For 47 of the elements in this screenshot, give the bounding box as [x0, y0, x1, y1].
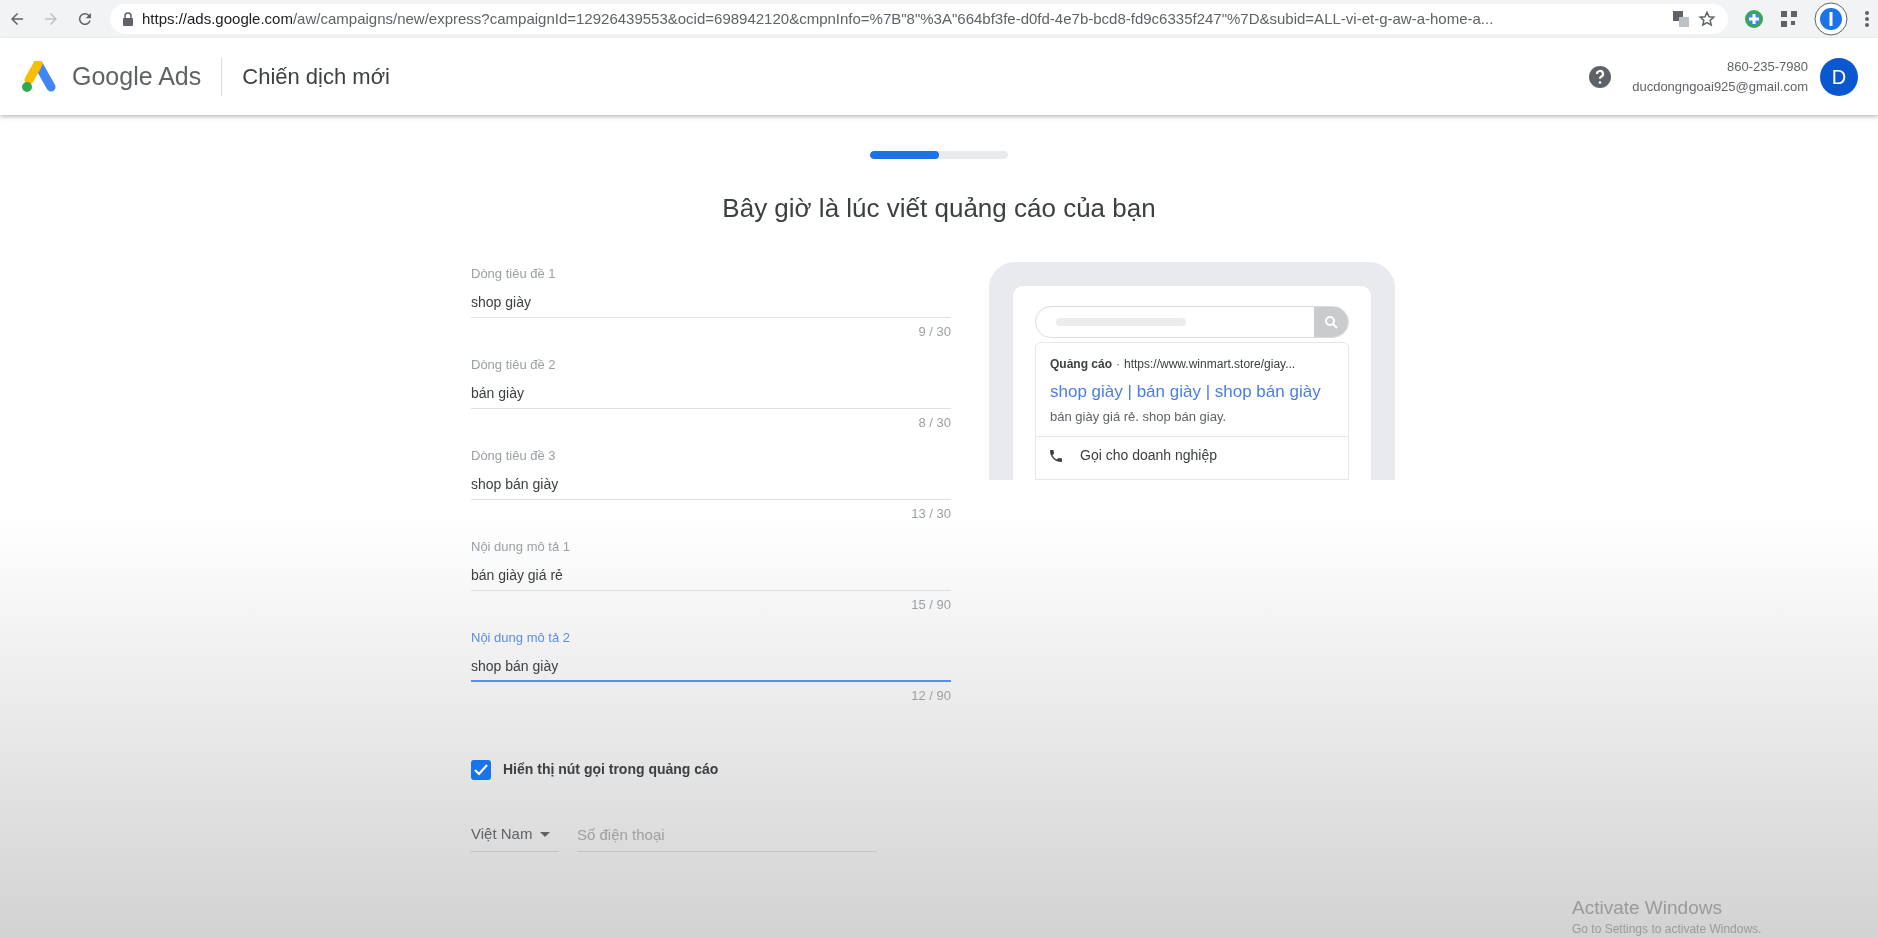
text-field[interactable]: shop giày [471, 287, 951, 318]
text-field[interactable]: shop bán giày [471, 651, 951, 682]
lock-icon [122, 12, 134, 26]
field-label: Nội dung mô tả 1 [471, 538, 571, 556]
plus-extension-icon[interactable] [1744, 9, 1764, 29]
account-phone: 860-235-7980 [1727, 58, 1808, 76]
translate-icon[interactable] [1672, 10, 1690, 28]
separator-dot: · [1116, 356, 1120, 373]
text-field[interactable]: bán giày giá rẻ [471, 560, 951, 591]
text-field[interactable]: bán giày [471, 378, 951, 409]
field-label: Nội dung mô tả 2 [471, 629, 571, 647]
grid-extension-icon[interactable] [1780, 10, 1798, 28]
account-avatar[interactable]: D [1820, 57, 1858, 96]
phone-field[interactable]: Số điện thoại [577, 818, 877, 852]
star-icon[interactable] [1698, 10, 1716, 28]
url-text: https://ads.google.com/aw/campaigns/new/express?campaignId=12926439553&ocid=698942120&cmpnInfo=%7B"8"%3A"664bf3fe-d0fd-4e7b-bcd8-fd9c6335f247"%7D&subid=ALL-vi-et-g-aw-a-home-a... [142, 8, 1495, 29]
character-counter: 15 / 90 [911, 595, 951, 614]
checkbox-label: Hiển thị nút gọi trong quảng cáo [503, 760, 719, 779]
country-dropdown[interactable]: Việt Nam [471, 818, 559, 852]
activation-notice-title: Activate Windows [1572, 896, 1723, 920]
ad-headline[interactable]: shop giày | bán giày | shop bán giày [1050, 379, 1334, 405]
menu-icon[interactable] [1864, 10, 1870, 28]
google-ads-logo-icon [20, 60, 56, 93]
search-icon [1324, 315, 1338, 329]
ad-url: https://www.winmart.store/giay... [1124, 356, 1296, 373]
page-title: Chiến dịch mới [242, 63, 390, 91]
ad-label: Quảng cáo [1050, 356, 1112, 373]
character-counter: 12 / 90 [911, 686, 951, 705]
call-label: Gọi cho doanh nghiệp [1080, 446, 1217, 465]
help-icon[interactable] [1588, 64, 1613, 89]
field-label: Dòng tiêu đề 2 [471, 356, 557, 374]
product-name: Google Ads [72, 60, 202, 92]
text-field[interactable]: shop bán giày [471, 469, 951, 500]
caret-icon [540, 832, 551, 837]
ad-description: bán giày giá rẻ. shop bán giay. [1050, 407, 1228, 426]
character-counter: 8 / 30 [918, 413, 951, 432]
profile-icon[interactable] [1814, 2, 1848, 36]
reload-icon[interactable] [76, 10, 94, 28]
page-heading: Bây giờ là lúc viết quảng cáo của bạn [722, 192, 1156, 225]
character-counter: 9 / 30 [918, 322, 951, 341]
character-counter: 13 / 30 [911, 504, 951, 523]
field-label: Dòng tiêu đề 3 [471, 447, 557, 465]
address-bar[interactable]: https://ads.google.com/aw/campaigns/new/express?campaignId=12926439553&ocid=698942120&cmpnInfo=%7B"8"%3A"664bf3fe-d0fd-4e7b-bcd8-fd9c6335f247"%7D&subid=ALL-vi-et-g-aw-a-home-a... [110, 4, 1728, 34]
field-label: Dòng tiêu đề 1 [471, 265, 557, 283]
phone-icon [1048, 447, 1064, 464]
checkbox[interactable] [471, 759, 491, 780]
account-email: ducdongngoai925@gmail.com [1632, 77, 1808, 96]
